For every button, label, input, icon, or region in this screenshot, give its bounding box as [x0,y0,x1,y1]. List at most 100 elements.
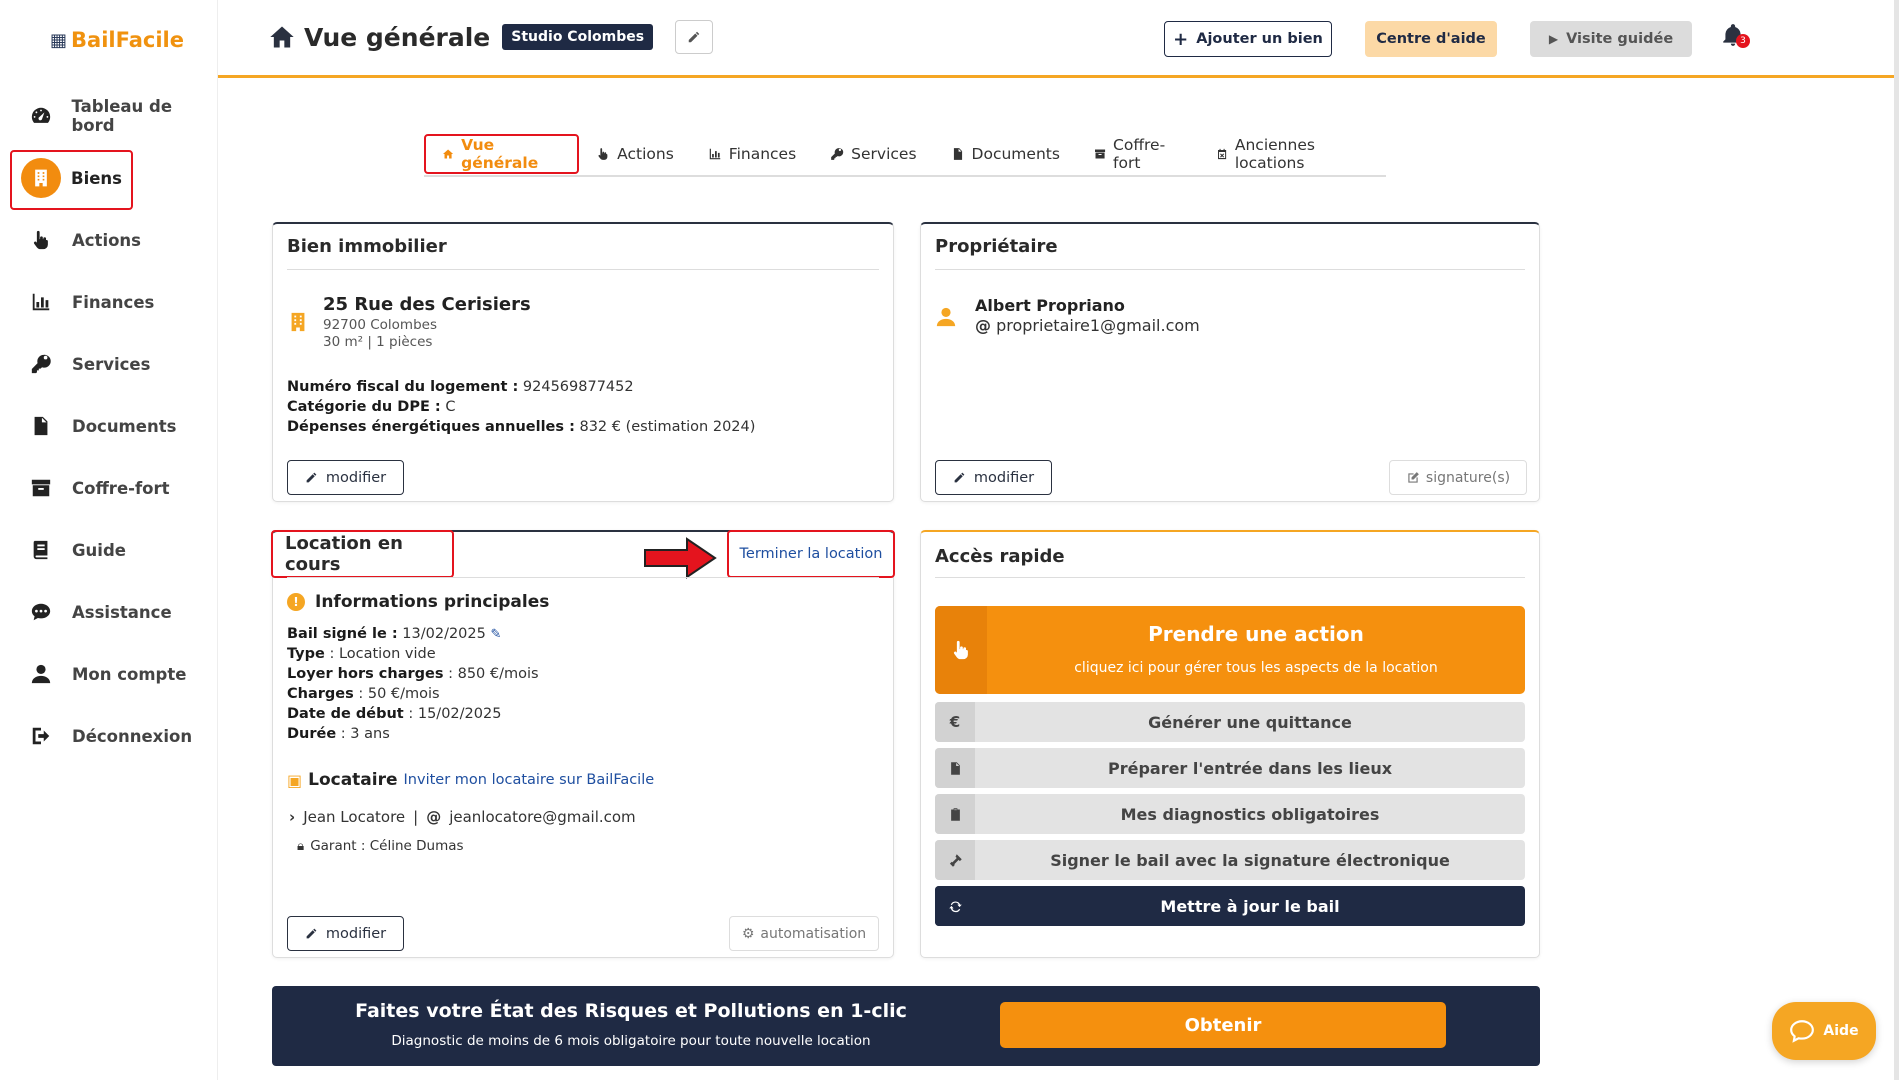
property-city: 92700 Colombes [323,317,437,333]
sidebar-item-assistance[interactable]: Assistance [0,581,218,643]
divider [935,269,1525,270]
invite-tenant-link[interactable]: Inviter mon locataire sur BailFacile [404,772,655,788]
gauge-icon [28,103,54,129]
edit-owner-button[interactable]: modifier [935,460,1052,495]
end-lease-link[interactable]: Terminer la location [727,530,895,578]
pencil-icon [306,928,317,939]
lock-icon: 🔒︎ [297,838,305,854]
sidebar-item-deconnexion[interactable]: Déconnexion [0,705,218,767]
take-action-subtitle: cliquez ici pour gérer tous les aspects … [1074,660,1438,676]
logo-text: BailFacile [71,28,184,52]
start-date-row: Date de début : 15/02/2025 [287,706,502,722]
obtain-erp-button[interactable]: Obtenir [1000,1002,1446,1048]
info-icon: ! [287,593,305,611]
tab-finances[interactable]: Finances [691,134,813,174]
property-badge: Studio Colombes [502,24,654,50]
sidebar-item-documents[interactable]: Documents [0,395,218,457]
user-icon [28,661,54,687]
sidebar-item-finances[interactable]: Finances [0,271,218,333]
help-center-button[interactable]: Centre d'aide [1365,21,1497,57]
page-scrollbar[interactable] [1894,0,1899,1080]
lease-card-title: Location en cours [285,533,403,575]
pencil-icon [306,472,317,483]
owner-card: Propriétaire Albert Propriano @ propriet… [920,222,1540,502]
chevron-right-icon: › [289,808,296,826]
home-icon [270,26,294,48]
edit-property-name-button[interactable] [675,20,714,54]
logout-icon [28,723,54,749]
app-logo[interactable]: ▦ BailFacile [50,28,184,52]
id-card-icon: ▣ [287,770,303,790]
tab-coffre-fort[interactable]: Coffre-fort [1077,134,1199,174]
sidebar-item-label: Biens [71,168,122,188]
tab-services[interactable]: Services [813,134,933,174]
property-card-title: Bien immobilier [287,236,447,257]
lease-type-row: Type : Location vide [287,646,436,662]
tenant-row[interactable]: › Jean Locatore | @ jeanlocatore@gmail.c… [289,808,636,826]
lease-card: Location en cours Terminer la location !… [271,530,895,958]
lease-card-title-box: Location en cours [271,530,454,578]
sign-lease-button[interactable]: Signer le bail avec la signature électro… [935,840,1525,880]
key-icon [28,351,54,377]
page-title: Vue générale Studio Colombes [268,20,714,54]
plus-icon: + [1173,28,1189,50]
tab-actions[interactable]: Actions [579,134,691,174]
take-action-button[interactable]: Prendre une action cliquez ici pour gére… [935,606,1525,694]
refresh-icon [935,886,975,926]
diagnostics-button[interactable]: Mes diagnostics obligatoires [935,794,1525,834]
sidebar-item-actions[interactable]: Actions [0,209,218,271]
home-icon [443,149,454,159]
sidebar-item-label: Guide [72,540,126,560]
sidebar-item-guide[interactable]: Guide [0,519,218,581]
automation-button[interactable]: ⚙ automatisation [729,916,879,951]
edit-date-pencil-icon[interactable]: ✎ [490,627,501,642]
gears-icon: ⚙ [741,925,755,942]
sidebar-item-coffre-fort[interactable]: Coffre-fort [0,457,218,519]
play-icon: ▶ [1548,32,1559,46]
edit-property-button[interactable]: modifier [287,460,404,495]
owner-email-row: @ proprietaire1@gmail.com [975,316,1200,335]
help-chat-widget[interactable]: Aide [1772,1002,1876,1060]
property-address: 25 Rue des Cerisiers [323,294,531,315]
signatures-button[interactable]: signature(s) [1389,460,1527,495]
owner-card-title: Propriétaire [935,236,1058,257]
prepare-move-in-button[interactable]: Préparer l'entrée dans les lieux [935,748,1525,788]
sidebar-item-label: Mon compte [72,664,187,684]
edit-square-icon [1408,471,1419,483]
building-icon [21,158,61,198]
dpe-row: Catégorie du DPE : C [287,399,456,415]
archive-icon [28,475,54,501]
bar-chart-icon [28,289,54,315]
quick-access-title: Accès rapide [935,546,1065,567]
pencil-icon [954,472,965,483]
erp-promo-banner: Faites votre État des Risques et Polluti… [272,986,1540,1066]
sidebar-item-label: Déconnexion [72,726,193,746]
sidebar-item-label: Assistance [72,602,172,622]
notifications-button[interactable]: 3 [1720,22,1752,54]
sidebar-item-mon-compte[interactable]: Mon compte [0,643,218,705]
generate-receipt-button[interactable]: € Générer une quittance [935,702,1525,742]
sidebar-item-services[interactable]: Services [0,333,218,395]
update-lease-button[interactable]: Mettre à jour le bail [935,886,1525,926]
sidebar-item-label: Services [72,354,151,374]
edit-lease-button[interactable]: modifier [287,916,404,951]
divider [287,269,879,270]
property-card: Bien immobilier 25 Rue des Cerisiers 927… [272,222,894,502]
building-logo-icon: ▦ [50,29,68,51]
sidebar-item-tableau-de-bord[interactable]: Tableau de bord [0,85,218,147]
owner-name: Albert Propriano [975,296,1125,315]
add-property-button[interactable]: + Ajouter un bien [1164,21,1332,57]
owner-email: proprietaire1@gmail.com [996,316,1200,335]
tab-documents[interactable]: Documents [934,134,1077,174]
tab-vue-generale[interactable]: Vue générale [424,134,580,174]
guided-tour-button[interactable]: ▶ Visite guidée [1530,21,1692,57]
gavel-icon [935,840,975,880]
main-info-heading: ! Informations principales [287,592,549,612]
hand-pointer-icon [598,148,608,160]
energy-row: Dépenses énergétiques annuelles : 832 € … [287,419,756,435]
hand-pointer-icon [28,227,54,253]
tab-anciennes-locations[interactable]: Anciennes locations [1199,134,1386,174]
sidebar-item-biens[interactable]: Biens [0,147,218,210]
tenant-email: jeanlocatore@gmail.com [449,808,636,826]
bar-chart-icon [709,148,721,160]
